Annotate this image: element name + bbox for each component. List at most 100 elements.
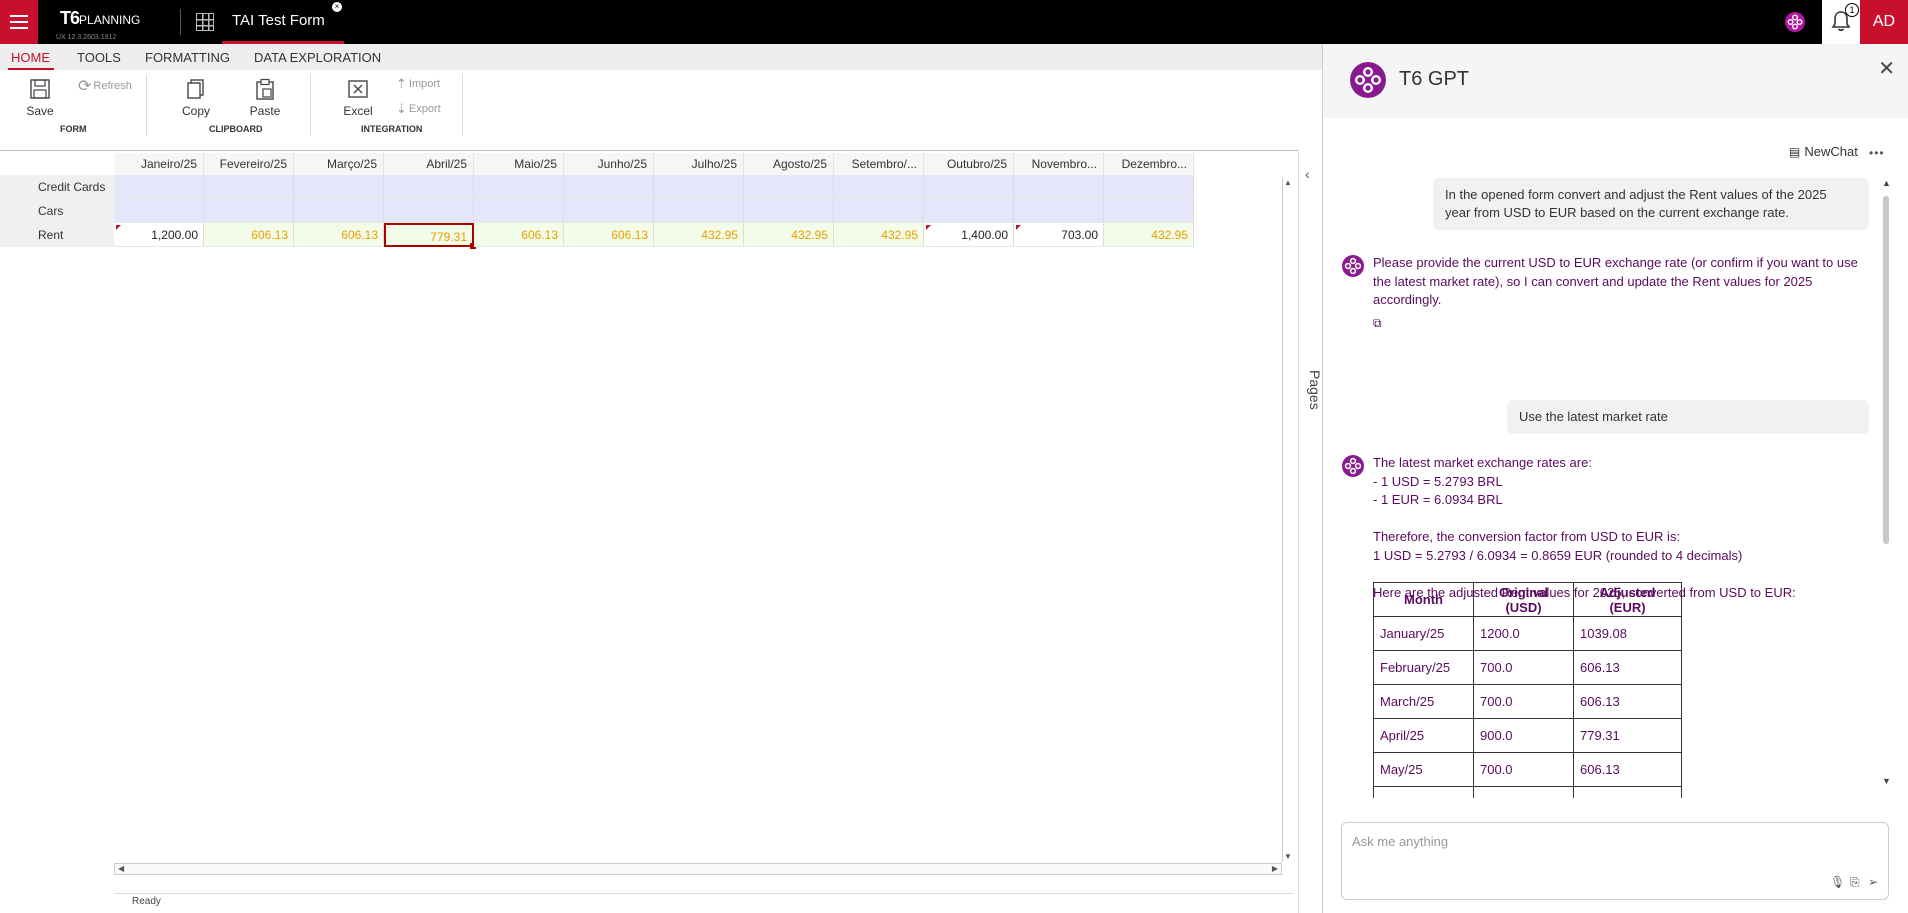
grid-cell[interactable] xyxy=(114,175,204,199)
grid-cell[interactable]: 432.95 xyxy=(1104,223,1194,247)
grid-cell[interactable] xyxy=(1104,199,1194,223)
group-label-clipboard: CLIPBOARD xyxy=(209,124,263,134)
export-button[interactable]: ⇣ Export xyxy=(396,101,441,117)
scroll-thumb[interactable] xyxy=(1883,196,1889,544)
pages-side-tab[interactable]: ‹ Pages xyxy=(1298,150,1323,913)
row-header-cars[interactable]: Cars xyxy=(22,199,114,223)
copy-icon[interactable]: ⧉ xyxy=(1373,316,1382,331)
grid-cell[interactable] xyxy=(114,199,204,223)
message-line xyxy=(1373,565,1873,584)
save-button[interactable]: Save xyxy=(24,78,56,118)
row-header-credit-cards[interactable]: Credit Cards xyxy=(22,175,114,199)
tab-data-exploration[interactable]: DATA EXPLORATION xyxy=(254,50,381,65)
chevron-left-icon[interactable]: ‹ xyxy=(1305,166,1310,182)
microphone-icon[interactable]: 🎙 xyxy=(1830,875,1845,889)
paste-button[interactable]: Paste xyxy=(249,78,281,118)
excel-button[interactable]: Excel xyxy=(342,78,374,118)
chat-input[interactable] xyxy=(1352,831,1852,851)
attachment-icon[interactable]: ⎘ xyxy=(1850,875,1860,890)
chat-input-box[interactable]: 🎙 ⎘ ➢ xyxy=(1341,822,1889,900)
grid-icon[interactable] xyxy=(196,13,214,31)
grid-cell[interactable] xyxy=(654,175,744,199)
chat-scrollbar[interactable]: ▲ ▼ xyxy=(1881,178,1891,788)
grid-cell[interactable] xyxy=(1014,175,1104,199)
scroll-down-icon[interactable]: ▼ xyxy=(1284,852,1292,861)
tab-tools[interactable]: TOOLS xyxy=(77,50,121,65)
column-header[interactable]: Julho/25 xyxy=(654,153,744,175)
grid-cell[interactable]: 703.00 xyxy=(1014,223,1104,247)
new-chat-button[interactable]: ▤ NewChat xyxy=(1789,144,1858,159)
grid-cell[interactable] xyxy=(204,199,294,223)
column-header[interactable]: Março/25 xyxy=(294,153,384,175)
grid-cell[interactable] xyxy=(834,175,924,199)
grid-cell[interactable]: 606.13 xyxy=(204,223,294,247)
gpt-icon[interactable] xyxy=(1784,11,1806,33)
grid-cell[interactable]: 432.95 xyxy=(744,223,834,247)
paste-icon xyxy=(256,78,274,100)
grid-cell[interactable] xyxy=(384,175,474,199)
grid-cell[interactable] xyxy=(744,199,834,223)
column-header[interactable]: Setembro/... xyxy=(834,153,924,175)
grid-cell[interactable] xyxy=(204,175,294,199)
column-header[interactable]: Novembro... xyxy=(1014,153,1104,175)
grid-cell[interactable]: 1,400.00 xyxy=(924,223,1014,247)
grid-cell[interactable] xyxy=(294,199,384,223)
grid-cell-selected[interactable]: 779.31 xyxy=(384,223,476,249)
user-avatar[interactable]: AD xyxy=(1860,0,1908,44)
grid-cell[interactable] xyxy=(924,175,1014,199)
vertical-scrollbar[interactable] xyxy=(1282,178,1294,862)
notifications-button[interactable]: 1 xyxy=(1822,0,1860,44)
grid-cell[interactable] xyxy=(924,199,1014,223)
grid-cell[interactable] xyxy=(1104,175,1194,199)
tab-home[interactable]: HOME xyxy=(11,50,50,65)
table-header: Original (USD) xyxy=(1473,582,1574,617)
column-header[interactable]: Agosto/25 xyxy=(744,153,834,175)
grid-cell[interactable]: 606.13 xyxy=(564,223,654,247)
grid-cell[interactable] xyxy=(384,199,474,223)
horizontal-scrollbar[interactable]: ◀ ▶ xyxy=(114,863,1282,875)
grid-cell[interactable]: 432.95 xyxy=(834,223,924,247)
copy-button[interactable]: Copy xyxy=(180,78,212,118)
column-header[interactable]: Dezembro... xyxy=(1104,153,1194,175)
column-header[interactable]: Maio/25 xyxy=(474,153,564,175)
grid-cell[interactable] xyxy=(474,175,564,199)
close-icon[interactable]: ✕ xyxy=(1878,56,1895,81)
row-header-rent[interactable]: Rent xyxy=(22,223,114,247)
scroll-up-icon[interactable]: ▲ xyxy=(1882,178,1891,188)
refresh-icon: ⟳ xyxy=(78,78,92,95)
grid-cell[interactable] xyxy=(1014,199,1104,223)
tab-tai-test-form[interactable]: TAI Test Form × xyxy=(222,0,344,44)
grid-cell[interactable] xyxy=(294,175,384,199)
table-cell: 606.13 xyxy=(1573,684,1682,719)
grid-cell[interactable] xyxy=(474,199,564,223)
message-line: 1 USD = 5.2793 / 6.0934 = 0.8659 EUR (ro… xyxy=(1373,547,1743,563)
grid-cell[interactable] xyxy=(564,175,654,199)
grid-cell[interactable]: 606.13 xyxy=(294,223,384,247)
grid-cell[interactable] xyxy=(744,175,834,199)
column-header[interactable]: Outubro/25 xyxy=(924,153,1014,175)
scroll-up-icon[interactable]: ▲ xyxy=(1284,178,1292,187)
grid-cell[interactable] xyxy=(834,199,924,223)
grid-cell[interactable] xyxy=(654,199,744,223)
grid-cell[interactable]: 432.95 xyxy=(654,223,744,247)
pages-label: Pages xyxy=(1307,370,1323,410)
scroll-left-icon[interactable]: ◀ xyxy=(118,864,124,873)
menu-button[interactable] xyxy=(0,0,38,44)
close-icon[interactable]: × xyxy=(332,2,342,12)
scroll-right-icon[interactable]: ▶ xyxy=(1272,864,1278,873)
column-header[interactable]: Janeiro/25 xyxy=(114,153,204,175)
app-logo[interactable]: T6PLANNING xyxy=(60,8,140,29)
column-header[interactable]: Abril/25 xyxy=(384,153,474,175)
column-header[interactable]: Fevereiro/25 xyxy=(204,153,294,175)
import-button[interactable]: ⇡ Import xyxy=(396,76,440,92)
grid-cell[interactable] xyxy=(564,199,654,223)
column-header[interactable]: Junho/25 xyxy=(564,153,654,175)
table-cell: 700.0 xyxy=(1473,684,1574,719)
grid-cell[interactable]: 1,200.00 xyxy=(114,223,204,247)
grid-cell[interactable]: 606.13 xyxy=(474,223,564,247)
scroll-down-icon[interactable]: ▼ xyxy=(1882,776,1891,786)
more-options-icon[interactable]: ••• xyxy=(1869,146,1885,160)
refresh-button[interactable]: ⟳ Refresh xyxy=(78,76,132,96)
send-icon[interactable]: ➢ xyxy=(1868,875,1878,889)
tab-formatting[interactable]: FORMATTING xyxy=(145,50,230,65)
